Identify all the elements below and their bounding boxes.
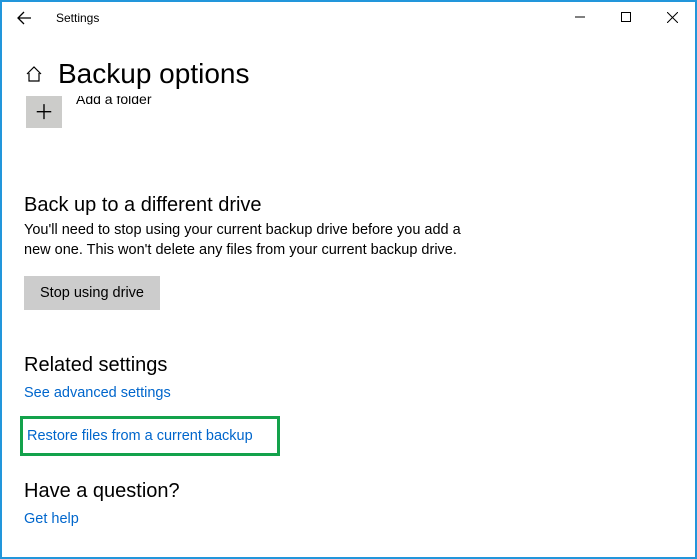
maximize-button[interactable] [603, 2, 649, 32]
add-folder-row[interactable]: ＋ Add a folder [26, 96, 673, 138]
add-folder-plus[interactable]: ＋ [26, 96, 62, 128]
app-title: Settings [56, 11, 99, 25]
plus-icon: ＋ [34, 96, 54, 125]
backup-heading: Back up to a different drive [24, 194, 673, 217]
back-button[interactable] [10, 4, 38, 32]
backup-description: You'll need to stop using your current b… [24, 221, 464, 260]
see-advanced-settings-link[interactable]: See advanced settings [24, 385, 171, 401]
question-heading: Have a question? [24, 480, 673, 503]
page-title: Backup options [58, 58, 249, 90]
close-button[interactable] [649, 2, 695, 32]
get-help-link[interactable]: Get help [24, 511, 79, 527]
restore-files-link[interactable]: Restore files from a current backup [27, 428, 253, 444]
home-icon[interactable] [24, 64, 44, 84]
content-area: Backup options ＋ Add a folder Back up to… [2, 34, 695, 528]
close-icon [667, 12, 678, 23]
related-settings-heading: Related settings [24, 354, 673, 377]
arrow-left-icon [16, 10, 32, 26]
minimize-icon [575, 12, 585, 22]
titlebar: Settings [2, 2, 695, 34]
minimize-button[interactable] [557, 2, 603, 32]
add-folder-label: Add a folder [76, 96, 152, 107]
restore-link-highlight: Restore files from a current backup [20, 416, 280, 456]
stop-using-drive-button[interactable]: Stop using drive [24, 276, 160, 310]
maximize-icon [621, 12, 631, 22]
page-header: Backup options [24, 58, 673, 90]
window-controls [557, 2, 695, 32]
